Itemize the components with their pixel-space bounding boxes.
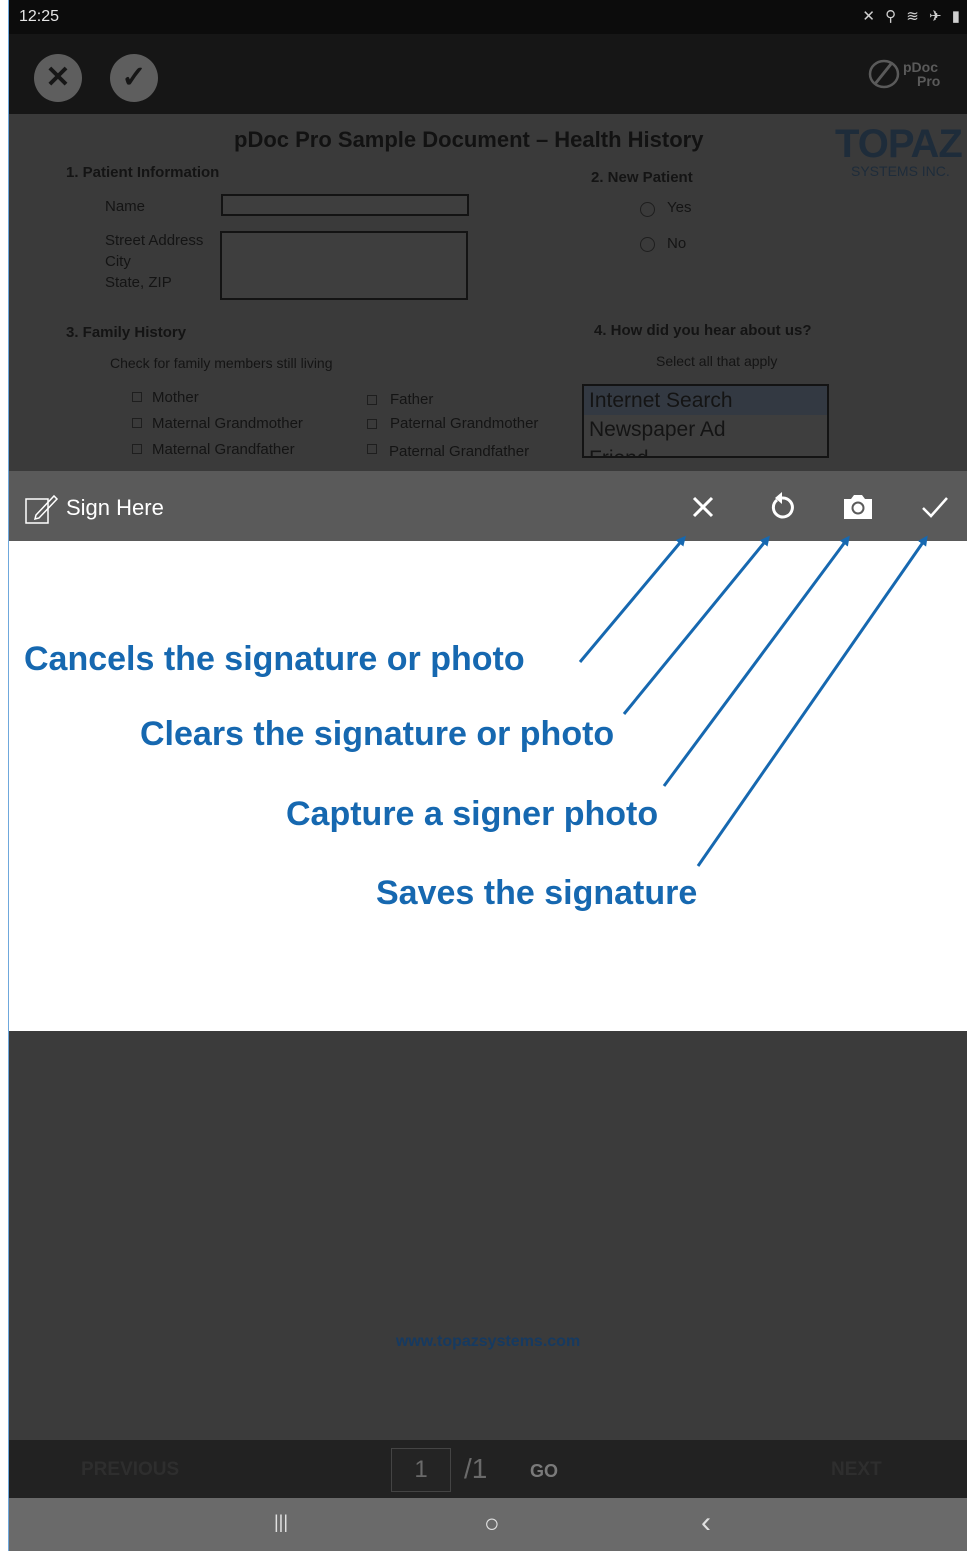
annotation-photo: Capture a signer photo [286, 795, 659, 833]
go-button[interactable]: GO [530, 1461, 558, 1482]
next-button[interactable]: NEXT [831, 1459, 882, 1481]
system-nav-bar: ||| ○ ‹ [9, 1498, 967, 1551]
annotation-cancel: Cancels the signature or photo [24, 640, 525, 678]
page-navigation: PREVIOUS 1 /1 GO NEXT [9, 1440, 967, 1498]
page-total: /1 [464, 1453, 488, 1484]
home-icon[interactable]: ○ [484, 1508, 500, 1539]
annotation-clear: Clears the signature or photo [140, 715, 615, 753]
annotation-save: Saves the signature [376, 874, 698, 912]
document-footer-area: www.topazsystems.com [9, 1031, 967, 1440]
arrow-cancel [578, 535, 686, 663]
recents-icon[interactable]: ||| [274, 1512, 288, 1533]
footer-url: www.topazsystems.com [395, 1333, 581, 1350]
arrow-photo [662, 535, 850, 787]
page-number-input[interactable]: 1 [391, 1448, 451, 1492]
previous-button[interactable]: PREVIOUS [81, 1459, 179, 1481]
back-icon[interactable]: ‹ [701, 1506, 711, 1540]
arrow-clear [622, 535, 770, 715]
